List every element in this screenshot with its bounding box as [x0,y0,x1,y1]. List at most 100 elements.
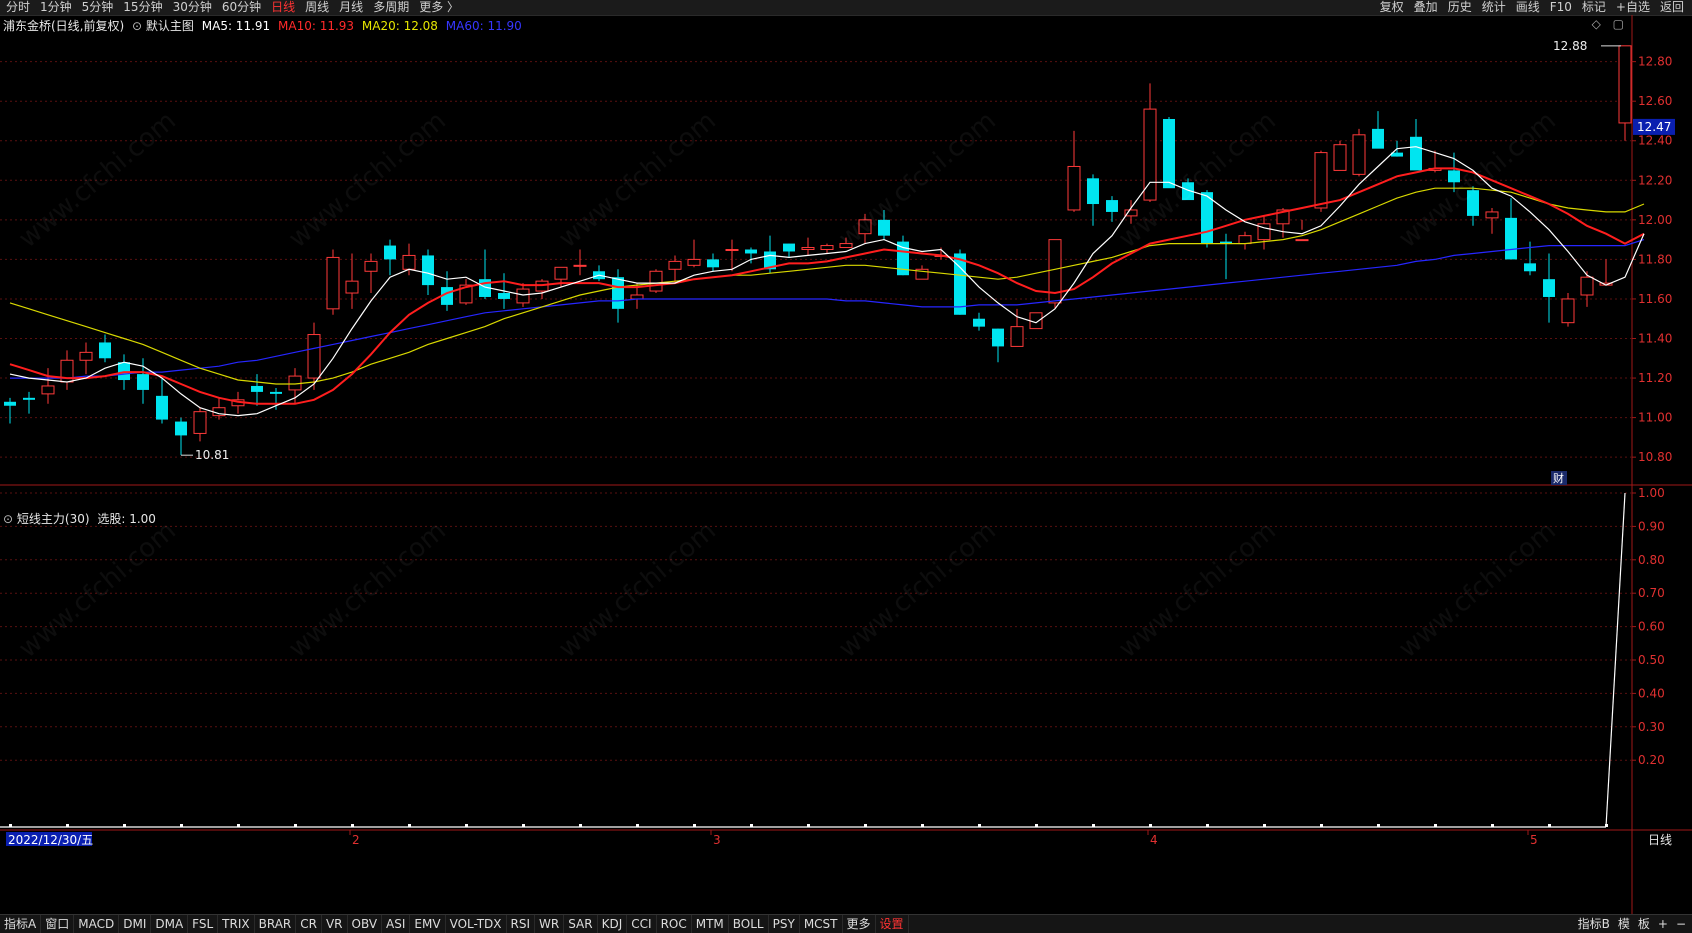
top-tool-6[interactable]: 标记 [1582,0,1606,15]
candle-down [156,395,168,420]
signal-dot [807,824,810,827]
candle-up [1067,165,1081,211]
month-label: 2 [352,833,360,847]
indicator-tab-21[interactable]: BOLL [729,915,769,933]
indicator-tab-12[interactable]: EMV [410,915,446,933]
top-tool-8[interactable]: 返回 [1660,0,1684,15]
candle-down [1087,178,1099,205]
signal-dot [1320,824,1323,827]
indicator-tab-5[interactable]: FSL [188,915,219,933]
period-tab-5[interactable]: 60分钟 [222,0,261,15]
indicator-tab-4[interactable]: DMA [151,915,189,933]
indicator-tab-10[interactable]: OBV [348,915,383,933]
period-tab-9[interactable]: 多周期 [373,0,409,15]
period-tab-4[interactable]: 30分钟 [173,0,212,15]
bottom-tool-4[interactable]: − [1676,915,1686,933]
candle-down [1505,217,1517,260]
sub-y-tick-label: 0.60 [1638,620,1665,634]
candle-up [364,260,378,272]
indicator-tab-11[interactable]: ASI [382,915,411,933]
indicator-tab-17[interactable]: KDJ [598,915,628,933]
indicator-tab-22[interactable]: PSY [769,915,800,933]
cai-marker[interactable]: 财 [1553,471,1564,485]
indicator-tab-19[interactable]: ROC [657,915,692,933]
candle-up [1029,312,1043,330]
indicator-tab-6[interactable]: TRIX [218,915,255,933]
indicator-toggle-icon[interactable]: ⊙ [3,512,13,526]
top-tool-5[interactable]: F10 [1550,0,1572,15]
period-tab-8[interactable]: 月线 [339,0,363,15]
top-right-tools: 复权 叠加 历史 统计 画线 F10 标记 +自选 返回 [1380,0,1684,15]
candle-down [4,401,16,406]
sub-y-tick-label: 0.70 [1638,586,1665,600]
candle-down [707,259,719,268]
indicator-tab-13[interactable]: VOL-TDX [446,915,507,933]
candle-down [498,293,510,299]
period-tab-6[interactable]: 日线 [271,0,295,15]
candle-up [1352,134,1366,175]
month-label: 3 [713,833,721,847]
bottom-tool-3[interactable]: + [1658,915,1668,933]
indicator-tab-23[interactable]: MCST [800,915,843,933]
indicator-tab-7[interactable]: BRAR [255,915,297,933]
indicator-tab-2[interactable]: MACD [74,915,120,933]
indicator-tab-20[interactable]: MTM [692,915,729,933]
indicator-tab-25[interactable]: 设置 [876,915,909,933]
period-tab-2[interactable]: 5分钟 [82,0,114,15]
chart-area[interactable]: 12.80 12.60 12.40 12.20 12.00 11.80 11.60 11.40… [0,15,1692,915]
signal-dot [1548,824,1551,827]
candle-up [649,270,663,292]
indicator-tab-0[interactable]: 指标A [0,915,42,933]
period-tab-10[interactable]: 更多 〉 [419,0,459,15]
kline-chart[interactable]: 12.80 12.60 12.40 12.20 12.00 11.80 11.60 11.40… [0,15,1692,915]
top-tool-3[interactable]: 统计 [1482,0,1506,15]
indicator-tab-1[interactable]: 窗口 [41,915,75,933]
indicator-tabs: 指标A 窗口 MACD DMI DMA FSL TRIX BRAR CR VR OBV ASI EMV V… [0,915,909,933]
signal-dot [636,824,639,827]
candle-down [1467,190,1479,216]
signal-dot [66,824,69,827]
signal-dot [864,824,867,827]
bottom-tool-1[interactable]: 模 [1618,915,1630,933]
ma5-line [9,146,1645,417]
top-tool-7[interactable]: +自选 [1616,0,1650,15]
signal-dot [180,824,183,827]
candle-up [1561,298,1575,324]
top-tool-1[interactable]: 叠加 [1414,0,1438,15]
period-tab-3[interactable]: 15分钟 [123,0,162,15]
period-tab-0[interactable]: 分时 [6,0,30,15]
bottom-tool-0[interactable]: 指标B [1578,915,1610,933]
period-tab-1[interactable]: 1分钟 [40,0,72,15]
template-icon[interactable]: ⊙ [132,19,142,33]
period-tab-7[interactable]: 周线 [305,0,329,15]
indicator-tab-9[interactable]: VR [322,915,348,933]
diamond-icon[interactable]: ◇ [1592,17,1601,31]
indicator-tab-14[interactable]: RSI [507,915,536,933]
indicator-tab-8[interactable]: CR [296,915,322,933]
template-label[interactable]: 默认主图 [146,19,194,33]
sub-y-tick-label: 0.50 [1638,653,1665,667]
main-legend: 浦东金桥(日线,前复权) ⊙ 默认主图 MA5: 11.91 MA10: 11.… [3,17,522,34]
y-tick-label: 11.40 [1638,332,1672,346]
signal-dot [1263,824,1266,827]
indicator-tab-16[interactable]: SAR [564,915,598,933]
top-tool-0[interactable]: 复权 [1380,0,1404,15]
y-tick-label: 12.20 [1638,173,1672,187]
indicator-tab-3[interactable]: DMI [119,915,152,933]
signal-dot [693,824,696,827]
bottom-tool-2[interactable]: 板 [1638,915,1650,933]
indicator-tab-18[interactable]: CCI [627,915,657,933]
square-icon[interactable]: ▢ [1613,17,1624,31]
period-tabs: 分时 1分钟 5分钟 15分钟 30分钟 60分钟 日线 周线 月线 多周期 更多 〉 [6,0,459,15]
signal-dot [1377,824,1380,827]
candle-down [1524,263,1536,272]
signal-dot [579,824,582,827]
candle-up [1143,108,1157,201]
top-tool-4[interactable]: 画线 [1516,0,1540,15]
signal-dot [921,824,924,827]
candle-down [422,255,434,286]
indicator-tab-24[interactable]: 更多 [843,915,876,933]
indicator-tab-15[interactable]: WR [535,915,565,933]
signal-spike [1605,492,1626,828]
top-tool-2[interactable]: 历史 [1448,0,1472,15]
